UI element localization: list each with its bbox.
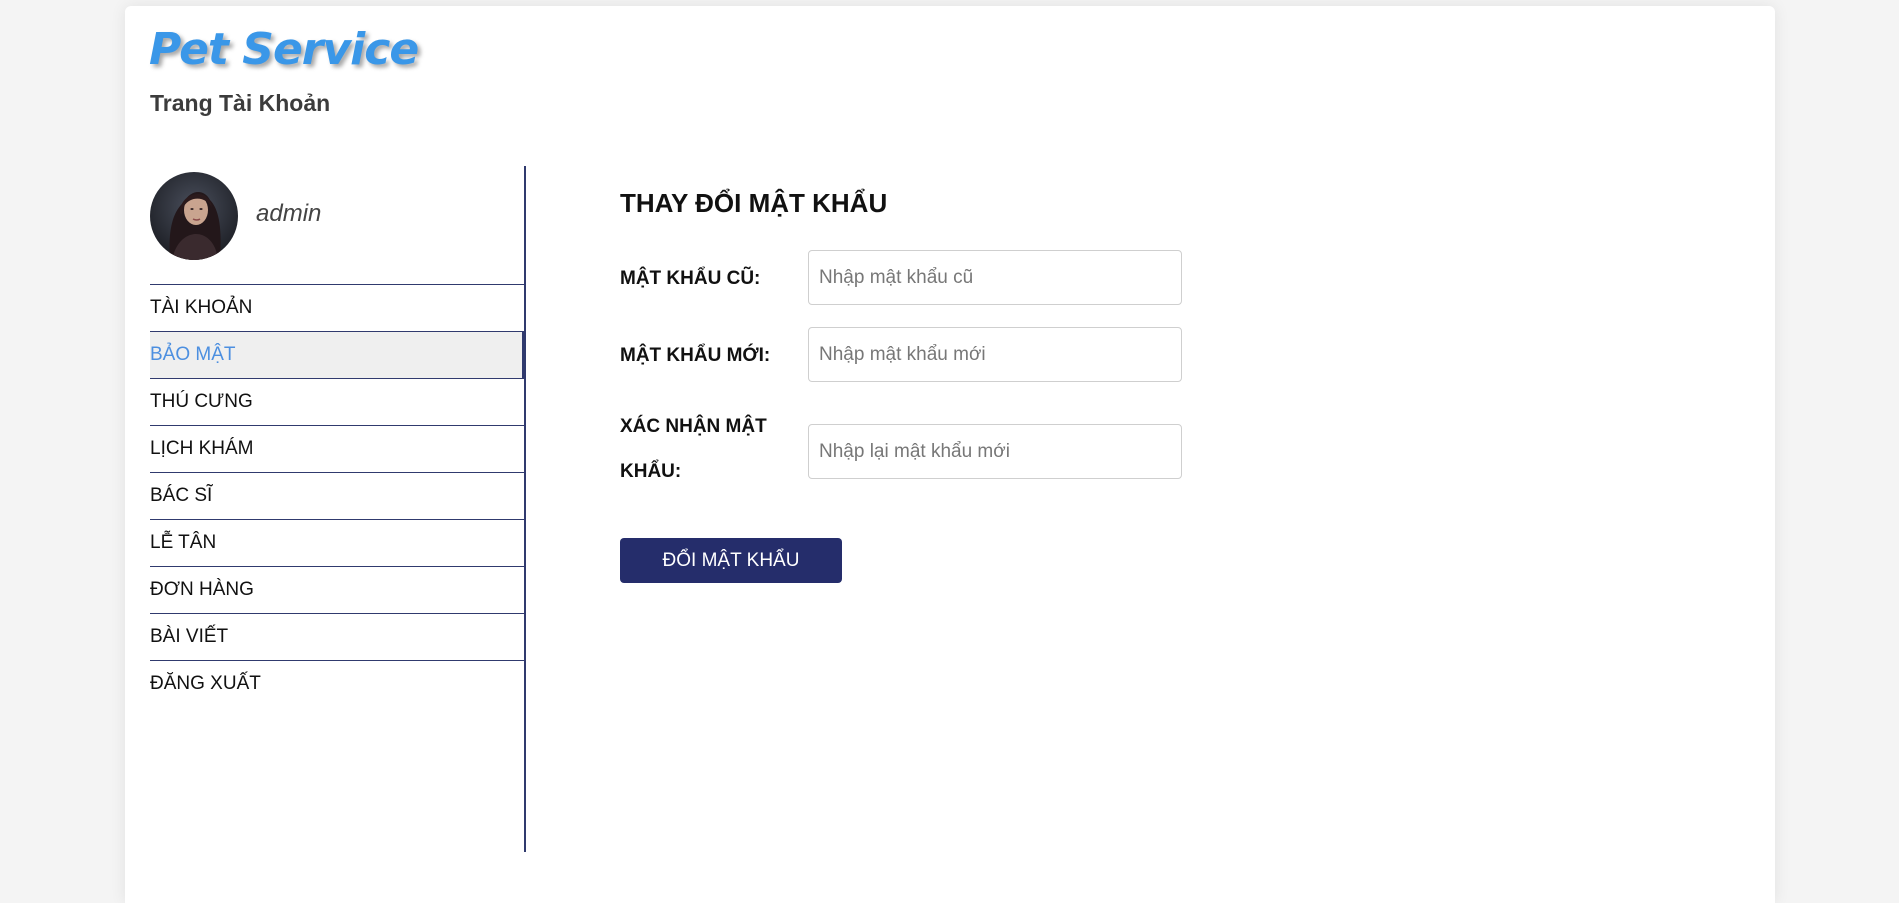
new-password-field[interactable]	[808, 327, 1182, 382]
change-password-panel: THAY ĐỔI MẬT KHẨU MẬT KHẨU CŨ: MẬT KHẨU …	[620, 186, 1420, 583]
sidebar-item-orders[interactable]: ĐƠN HÀNG	[150, 567, 524, 614]
profile-summary: admin	[150, 166, 524, 285]
new-password-row: MẬT KHẨU MỚI:	[620, 327, 1420, 384]
sidebar-item-doctors[interactable]: BÁC SĨ	[150, 473, 524, 520]
sidebar-item-logout[interactable]: ĐĂNG XUẤT	[150, 661, 524, 707]
sidebar-item-account[interactable]: TÀI KHOẢN	[150, 285, 524, 332]
sidebar-menu: TÀI KHOẢN BẢO MẬT THÚ CƯNG LỊCH KHÁM BÁC…	[150, 285, 526, 707]
old-password-field[interactable]	[808, 250, 1182, 305]
sidebar-item-security[interactable]: BẢO MẬT	[150, 332, 526, 379]
confirm-password-field[interactable]	[808, 424, 1182, 479]
confirm-password-row: XÁC NHẬN MẬT KHẨU:	[620, 404, 1420, 498]
new-password-label: MẬT KHẨU MỚI:	[620, 345, 771, 366]
old-password-row: MẬT KHẨU CŨ:	[620, 250, 1420, 307]
change-password-button[interactable]: ĐỔI MẬT KHẨU	[620, 538, 842, 583]
avatar-image	[150, 172, 238, 260]
sidebar-item-receptionists[interactable]: LỄ TÂN	[150, 520, 524, 567]
page-title: THAY ĐỔI MẬT KHẨU	[620, 188, 888, 218]
brand-logo[interactable]: Pet Service	[149, 28, 419, 72]
account-sidebar: admin TÀI KHOẢN BẢO MẬT THÚ CƯNG LỊCH KH…	[150, 166, 526, 852]
sidebar-item-pets[interactable]: THÚ CƯNG	[150, 379, 524, 426]
account-page-card: Pet Service Trang Tài Khoản admin TÀI KH…	[125, 6, 1775, 903]
sidebar-item-posts[interactable]: BÀI VIẾT	[150, 614, 524, 661]
sidebar-item-appointments[interactable]: LỊCH KHÁM	[150, 426, 524, 473]
old-password-label: MẬT KHẨU CŨ:	[620, 268, 761, 289]
username: admin	[256, 200, 322, 227]
page-subtitle: Trang Tài Khoản	[150, 90, 331, 116]
confirm-password-label: XÁC NHẬN MẬT KHẨU:	[620, 416, 767, 482]
avatar	[150, 172, 238, 260]
